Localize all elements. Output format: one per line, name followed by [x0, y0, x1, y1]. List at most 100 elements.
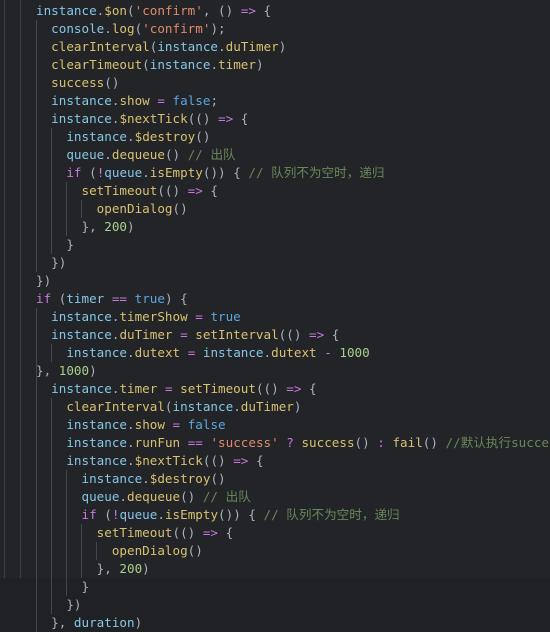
code-line[interactable]: if (!queue.isEmpty()) { // 队列不为空时，递归 — [0, 164, 550, 182]
code-line[interactable]: }) — [0, 254, 550, 272]
token-punctuation: } — [66, 237, 74, 252]
code-line[interactable]: openDialog() — [0, 200, 550, 218]
code-line[interactable]: instance.duTimer = setInterval(() => { — [0, 326, 550, 344]
token-arrow: => — [309, 327, 325, 342]
code-line[interactable]: clearTimeout(instance.timer) — [0, 56, 550, 74]
indent-guide — [36, 344, 37, 362]
indent-guide — [81, 542, 82, 560]
indent-guide — [36, 200, 37, 218]
indent-guide — [51, 524, 52, 542]
code-line[interactable]: clearInterval(instance.duTimer) — [0, 38, 550, 56]
code-line[interactable]: }, 200) — [0, 218, 550, 236]
code-line[interactable]: instance.runFun == 'success' ? success()… — [0, 434, 550, 452]
token-boolean: true — [134, 291, 165, 306]
token-punctuation: }, — [51, 615, 74, 630]
code-line[interactable]: if (!queue.isEmpty()) { // 队列不为空时，递归 — [0, 506, 550, 524]
token-identifier: instance — [66, 453, 128, 468]
code-line[interactable]: }, 200) — [0, 560, 550, 578]
code-line[interactable]: queue.dequeue() // 出队 — [0, 488, 550, 506]
token-operator: = — [180, 345, 203, 360]
code-line[interactable]: }, duration) — [0, 614, 550, 632]
token-punctuation: () — [164, 147, 188, 162]
token-punctuation: , () — [202, 3, 241, 18]
code-editor-viewport[interactable]: instance.$on('confirm', () => { console.… — [0, 0, 550, 632]
indent-guide — [51, 596, 52, 614]
token-arrow: => — [187, 183, 203, 198]
code-line[interactable]: instance.$nextTick(() => { — [0, 452, 550, 470]
token-identifier: queue — [119, 507, 158, 522]
token-property: duTimer — [240, 399, 294, 414]
token-keyword: if — [66, 165, 82, 180]
token-number: 1000 — [58, 363, 90, 378]
code-line[interactable]: instance.$nextTick(() => { — [0, 110, 550, 128]
indent-guide — [66, 182, 67, 200]
token-property: dequeue — [127, 489, 181, 504]
token-punctuation: (() — [255, 381, 287, 396]
token-identifier: queue — [81, 489, 120, 504]
code-line[interactable]: if (timer == true) { — [0, 290, 550, 308]
token-number: 200 — [119, 561, 143, 576]
code-line[interactable]: instance.show = false; — [0, 92, 550, 110]
token-punctuation: { — [202, 183, 219, 198]
code-line[interactable]: instance.timer = setTimeout(() => { — [0, 380, 550, 398]
token-function: openDialog — [96, 201, 173, 216]
code-line[interactable]: instance.timerShow = true — [0, 308, 550, 326]
code-line[interactable]: setTimeout(() => { — [0, 524, 550, 542]
indent-guide — [36, 578, 37, 596]
token-function: setInterval — [195, 327, 279, 342]
indent-guide — [36, 110, 37, 128]
code-line[interactable]: } — [0, 236, 550, 254]
indent-guide — [36, 542, 37, 560]
token-keyword: if — [36, 291, 52, 306]
token-operator: == — [104, 291, 135, 306]
token-keyword: if — [81, 507, 97, 522]
code-content[interactable]: instance.$on('confirm', () => { console.… — [0, 2, 550, 632]
token-boolean: false — [172, 93, 211, 108]
code-line[interactable]: instance.$on('confirm', () => { — [0, 2, 550, 20]
indent-guide — [51, 344, 52, 362]
token-function: clearTimeout — [51, 57, 143, 72]
token-property: show — [134, 417, 165, 432]
code-line[interactable]: success() — [0, 74, 550, 92]
code-line[interactable]: openDialog() — [0, 542, 550, 560]
code-line[interactable]: console.log('confirm'); — [0, 20, 550, 38]
token-punctuation: () — [422, 435, 446, 450]
code-line[interactable]: instance.$destroy() — [0, 128, 550, 146]
token-function: openDialog — [111, 543, 188, 558]
token-string: 'confirm' — [134, 3, 203, 18]
code-line[interactable]: instance.dutext = instance.dutext - 1000 — [0, 344, 550, 362]
code-line[interactable]: }, 1000) — [0, 362, 550, 380]
code-line[interactable]: }) — [0, 596, 550, 614]
code-line[interactable]: clearInterval(instance.duTimer) — [0, 398, 550, 416]
indent-guide — [66, 218, 67, 236]
token-punctuation: . — [218, 39, 226, 54]
indent-guide — [81, 200, 82, 218]
indent-guide — [36, 74, 37, 92]
token-punctuation: { — [255, 3, 272, 18]
code-line[interactable]: setTimeout(() => { — [0, 182, 550, 200]
code-line[interactable]: }) — [0, 272, 550, 290]
indent-guide — [36, 434, 37, 452]
token-punctuation: }, — [36, 363, 59, 378]
token-punctuation: (() — [202, 453, 234, 468]
token-punctuation: { — [301, 381, 317, 396]
indent-guide — [51, 578, 52, 596]
indent-guide — [36, 398, 37, 416]
code-line[interactable]: instance.show = false — [0, 416, 550, 434]
token-property: duTimer — [225, 39, 279, 54]
code-line[interactable]: queue.dequeue() // 出队 — [0, 146, 550, 164]
token-property: timer — [119, 381, 158, 396]
token-identifier: instance — [66, 435, 128, 450]
code-line[interactable]: instance.$destroy() — [0, 470, 550, 488]
token-punctuation: . — [119, 489, 128, 504]
token-punctuation: . — [104, 21, 112, 36]
token-property: log — [111, 21, 135, 36]
token-number: 200 — [104, 219, 127, 234]
token-function: fail — [392, 435, 423, 450]
code-line[interactable]: } — [0, 578, 550, 596]
